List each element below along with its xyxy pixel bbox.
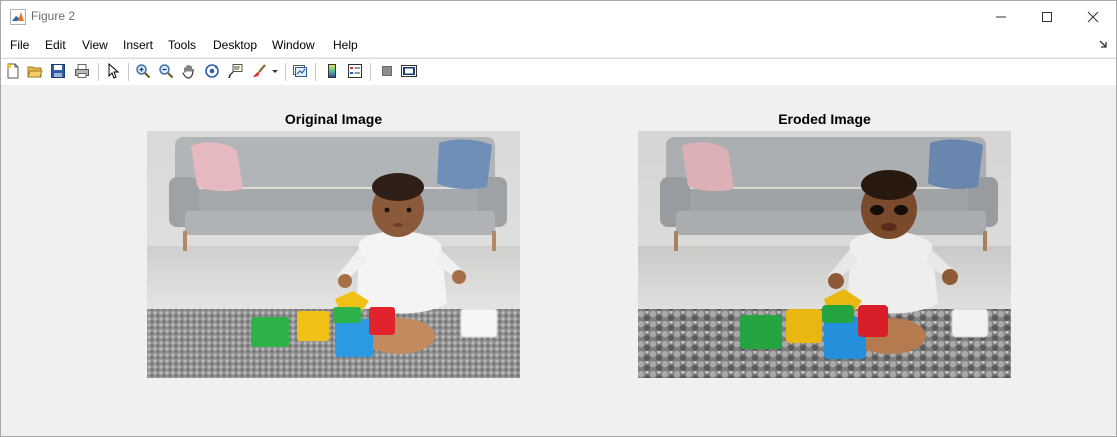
new-figure-button[interactable]	[3, 61, 23, 81]
rotate-3d-button[interactable]	[202, 61, 222, 81]
close-icon	[1087, 11, 1099, 22]
chevron-down-icon	[272, 70, 278, 73]
link-plot-icon	[293, 65, 307, 77]
eroded-image-title: Eroded Image	[778, 111, 871, 127]
show-plot-tools-icon	[401, 65, 417, 77]
pointer-icon	[108, 63, 120, 79]
toolbar-separator	[285, 63, 286, 81]
colorbar-icon	[328, 64, 336, 78]
print-button[interactable]	[72, 61, 92, 81]
menu-bar: File Edit View Insert Tools Desktop Wind…	[1, 33, 1116, 57]
menu-insert[interactable]: Insert	[123, 38, 153, 52]
save-icon	[51, 64, 65, 78]
eroded-image	[638, 131, 1011, 378]
zoom-out-icon	[159, 64, 174, 79]
insert-colorbar-button[interactable]	[322, 61, 342, 81]
menu-edit[interactable]: Edit	[45, 38, 66, 52]
matlab-logo-icon	[10, 9, 26, 25]
print-icon	[75, 64, 89, 78]
menu-window[interactable]: Window	[272, 38, 315, 52]
zoom-in-icon	[136, 64, 151, 79]
open-icon	[27, 66, 43, 78]
brush-button[interactable]	[249, 61, 269, 81]
minimize-icon	[996, 16, 1006, 17]
maximize-button[interactable]	[1024, 1, 1070, 32]
open-file-button[interactable]	[25, 61, 45, 81]
zoom-out-button[interactable]	[156, 61, 176, 81]
original-image	[147, 131, 520, 378]
title-bar[interactable]: Figure 2	[1, 1, 1116, 33]
menu-file[interactable]: File	[10, 38, 29, 52]
link-plot-button[interactable]	[290, 61, 310, 81]
menu-view[interactable]: View	[82, 38, 108, 52]
maximize-icon	[1042, 11, 1052, 22]
legend-icon	[348, 64, 362, 78]
brush-dropdown[interactable]	[269, 61, 281, 81]
figure-toolbar	[1, 58, 1116, 86]
original-image-title: Original Image	[284, 111, 383, 127]
pan-icon	[182, 64, 194, 79]
minimize-button[interactable]	[978, 1, 1024, 32]
toolbar-separator	[370, 63, 371, 81]
window-title: Figure 2	[31, 9, 76, 23]
menu-desktop[interactable]: Desktop	[213, 38, 257, 52]
insert-legend-button[interactable]	[345, 61, 365, 81]
pan-button[interactable]	[179, 61, 199, 81]
figure-canvas[interactable]: Original Image Eroded Image	[2, 85, 1116, 436]
rotate-3d-icon	[205, 64, 219, 78]
toolbar-separator	[98, 63, 99, 81]
hide-plot-tools-button[interactable]	[377, 61, 397, 81]
show-plot-tools-button[interactable]	[399, 61, 419, 81]
hide-plot-tools-icon	[382, 66, 392, 76]
toolbar-separator	[315, 63, 316, 81]
eroded-image-axes[interactable]	[638, 131, 1011, 378]
data-tips-icon	[228, 64, 243, 78]
data-tips-button[interactable]	[225, 61, 245, 81]
save-button[interactable]	[48, 61, 68, 81]
zoom-in-button[interactable]	[133, 61, 153, 81]
edit-plot-button[interactable]	[103, 61, 123, 81]
original-image-axes[interactable]	[147, 131, 520, 378]
brush-icon	[253, 64, 266, 77]
menu-tools[interactable]: Tools	[168, 38, 196, 52]
menu-help[interactable]: Help	[333, 38, 358, 52]
dock-arrow-icon[interactable]	[1098, 39, 1108, 49]
new-figure-icon	[7, 63, 19, 79]
toolbar-separator	[128, 63, 129, 81]
figure-window: Figure 2 File Edit View Insert Tools Des…	[0, 0, 1117, 437]
close-button[interactable]	[1070, 1, 1116, 32]
